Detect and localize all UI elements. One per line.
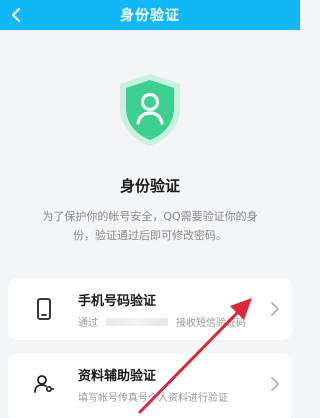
back-button[interactable] xyxy=(4,3,28,27)
verification-description: 为了保护你的帐号安全，QQ需要验证你的身份，验证通过后即可修改密码。 xyxy=(42,210,258,242)
phone-verification-title: 手机号码验证 xyxy=(78,294,157,309)
phone-verification-option[interactable]: 手机号码验证 通过 接收短信验证码 xyxy=(8,278,292,340)
phone-icon xyxy=(37,298,51,320)
chevron-right-icon xyxy=(271,377,279,391)
verification-title: 身份验证 xyxy=(119,177,180,195)
back-arrow-icon xyxy=(12,8,20,22)
page-header-title: 身份验证 xyxy=(120,8,180,24)
info-verification-subtitle: 填写帐号传真号个人资料进行验证 xyxy=(78,393,228,404)
nav-bar: 身份验证 xyxy=(0,0,300,30)
user-key-icon xyxy=(34,375,54,393)
masked-phone-number xyxy=(106,317,168,326)
phone-verification-subtitle: 通过 接收短信验证码 xyxy=(78,314,246,329)
phone-subtitle-suffix: 接收短信验证码 xyxy=(176,318,246,329)
info-verification-title: 资料辅助验证 xyxy=(78,369,157,384)
chevron-right-icon xyxy=(271,302,279,316)
phone-subtitle-prefix: 通过 xyxy=(78,318,98,329)
info-verification-option[interactable]: 资料辅助验证 填写帐号传真号个人资料进行验证 xyxy=(8,353,292,418)
shield-user-icon xyxy=(120,74,180,146)
